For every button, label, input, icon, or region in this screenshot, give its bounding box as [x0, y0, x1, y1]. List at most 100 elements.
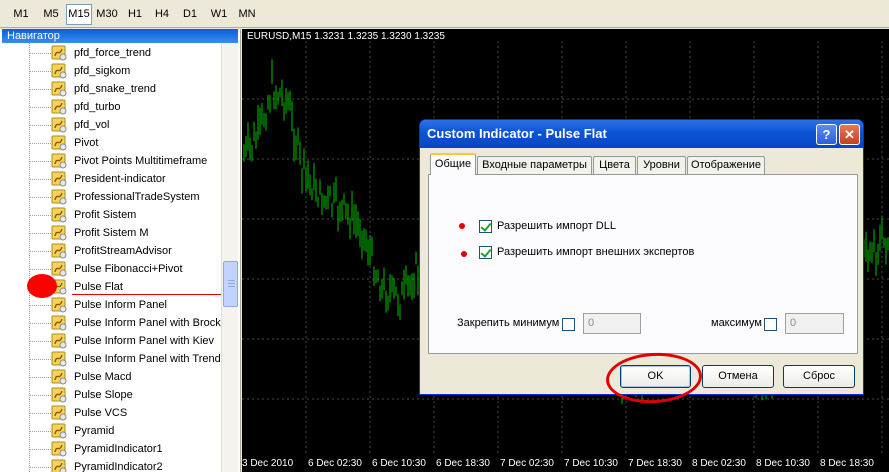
dialog-title: Custom Indicator - Pulse Flat — [427, 126, 607, 141]
custom-indicator-icon — [51, 45, 67, 61]
navigator-item[interactable]: Pulse Fibonacci+Pivot — [29, 260, 221, 278]
navigator-item[interactable]: pfd_turbo — [29, 98, 221, 116]
navigator-item[interactable]: Pulse Slope — [29, 386, 221, 404]
x-axis-label: 6 Dec 18:30 — [436, 458, 490, 469]
navigator-item[interactable]: pfd_snake_trend — [29, 80, 221, 98]
help-button[interactable]: ? — [816, 124, 837, 145]
navigator-item[interactable]: Pulse Inform Panel with Brocke — [29, 314, 221, 332]
navigator-item-label: Pulse Inform Panel with Trendl — [74, 353, 221, 365]
navigator-item-label: pfd_sigkom — [74, 65, 131, 77]
tree-branch-line — [29, 323, 51, 324]
navigator-item[interactable]: Pyramid — [29, 422, 221, 440]
dialog-titlebar[interactable]: Custom Indicator - Pulse Flat ? ✕ — [420, 120, 863, 148]
navigator-item-label: ProfitStreamAdvisor — [74, 245, 172, 257]
tab-levels[interactable]: Уровни — [637, 156, 686, 174]
custom-indicator-icon — [51, 351, 67, 367]
navigator-item-label: Pulse Inform Panel with Brocke — [74, 317, 221, 329]
reset-button[interactable]: Сброс — [783, 365, 855, 388]
tree-branch-line — [29, 359, 51, 360]
timeframe-w1-button[interactable]: W1 — [206, 4, 232, 25]
tree-branch-line — [29, 215, 51, 216]
navigator-tree: pfd_force_trend pfd_sigkom pfd_snake_trend… — [0, 43, 221, 472]
navigator-item-label: President-indicator — [74, 173, 166, 185]
navigator-scrollbar[interactable] — [221, 43, 238, 472]
navigator-item[interactable]: Pulse Inform Panel with Trendl — [29, 350, 221, 368]
navigator-item-label: Pulse Inform Panel — [74, 299, 167, 311]
x-axis-label: 7 Dec 02:30 — [500, 458, 554, 469]
x-axis-label: 7 Dec 18:30 — [628, 458, 682, 469]
navigator-item-label: Pulse VCS — [74, 407, 128, 419]
tree-branch-line — [29, 269, 51, 270]
navigator-item[interactable]: PyramidIndicator2 — [29, 458, 221, 472]
tree-branch-line — [29, 449, 51, 450]
timeframe-h1-button[interactable]: H1 — [122, 4, 148, 25]
navigator-item[interactable]: pfd_force_trend — [29, 44, 221, 62]
navigator-item[interactable]: Profit Sistem — [29, 206, 221, 224]
navigator-item-label: Pulse Inform Panel with Kiev — [74, 335, 215, 347]
navigator-item[interactable]: President-indicator — [29, 170, 221, 188]
custom-indicator-icon — [51, 261, 67, 277]
custom-indicator-icon — [51, 297, 67, 313]
navigator-item[interactable]: PyramidIndicator1 — [29, 440, 221, 458]
custom-indicator-icon — [51, 333, 67, 349]
navigator-item-label: PyramidIndicator2 — [74, 461, 163, 472]
fix-max-checkbox[interactable] — [764, 318, 777, 331]
cancel-button[interactable]: Отмена — [702, 365, 774, 388]
timeframe-mn-button[interactable]: MN — [234, 4, 260, 25]
custom-indicator-icon — [51, 369, 67, 385]
tree-branch-line — [29, 143, 51, 144]
timeframe-h4-button[interactable]: H4 — [150, 4, 174, 25]
navigator-item-label: pfd_vol — [74, 119, 110, 131]
navigator-item[interactable]: Pulse Inform Panel with Kiev — [29, 332, 221, 350]
max-value-input[interactable]: 0 — [785, 313, 844, 334]
tree-branch-line — [29, 125, 51, 126]
navigator-item-label: Profit Sistem M — [74, 227, 149, 239]
navigator-item-label: pfd_turbo — [74, 101, 121, 113]
timeframe-m15-button[interactable]: M15 — [66, 4, 92, 25]
timeframe-toolbar: M1 M5 M15 M30 H1 H4 D1 W1 MN — [0, 0, 889, 28]
navigator-item[interactable]: pfd_sigkom — [29, 62, 221, 80]
tree-branch-line — [29, 251, 51, 252]
navigator-item[interactable]: Pivot — [29, 134, 221, 152]
navigator-item[interactable]: pfd_vol — [29, 116, 221, 134]
navigator-title: Навигатор — [2, 29, 238, 43]
close-button[interactable]: ✕ — [839, 124, 860, 145]
allow-dll-checkbox[interactable] — [479, 220, 492, 233]
tab-input-parameters[interactable]: Входные параметры — [477, 156, 592, 174]
navigator-item[interactable]: Pivot Points Multitimeframe — [29, 152, 221, 170]
tree-branch-line — [29, 467, 51, 468]
tab-display[interactable]: Отображение — [687, 156, 765, 174]
navigator-item[interactable]: Pulse Macd — [29, 368, 221, 386]
custom-indicator-icon — [51, 243, 67, 259]
tab-common[interactable]: Общие — [430, 153, 476, 175]
navigator-item-label: Pulse Flat — [74, 281, 123, 293]
timeframe-m5-button[interactable]: M5 — [38, 4, 64, 25]
fix-min-checkbox[interactable] — [562, 318, 575, 331]
tree-branch-line — [29, 305, 51, 306]
navigator-item[interactable]: ProfitStreamAdvisor — [29, 242, 221, 260]
tree-branch-line — [29, 431, 51, 432]
custom-indicator-dialog: Custom Indicator - Pulse Flat ? ✕ Общие … — [419, 119, 864, 406]
custom-indicator-icon — [51, 153, 67, 169]
custom-indicator-icon — [51, 459, 67, 472]
tree-branch-line — [29, 395, 51, 396]
custom-indicator-icon — [51, 387, 67, 403]
timeframe-d1-button[interactable]: D1 — [176, 4, 204, 25]
min-value-input[interactable]: 0 — [583, 313, 641, 334]
timeframe-m1-button[interactable]: M1 — [6, 4, 36, 25]
allow-experts-checkbox[interactable] — [479, 246, 492, 259]
scrollbar-thumb[interactable] — [223, 261, 238, 307]
navigator-item[interactable]: Pulse Inform Panel — [29, 296, 221, 314]
tree-branch-line — [29, 89, 51, 90]
navigator-item-label: PyramidIndicator1 — [74, 443, 163, 455]
navigator-item-label: Pulse Slope — [74, 389, 133, 401]
tab-colors[interactable]: Цвета — [593, 156, 636, 174]
navigator-item[interactable]: Profit Sistem M — [29, 224, 221, 242]
timeframe-m30-button[interactable]: M30 — [94, 4, 120, 25]
navigator-item[interactable]: ProfessionalTradeSystem — [29, 188, 221, 206]
navigator-item[interactable]: Pulse VCS — [29, 404, 221, 422]
custom-indicator-icon — [51, 405, 67, 421]
custom-indicator-icon — [51, 99, 67, 115]
allow-dll-label: Разрешить импорт DLL — [497, 220, 616, 232]
custom-indicator-icon — [51, 441, 67, 457]
